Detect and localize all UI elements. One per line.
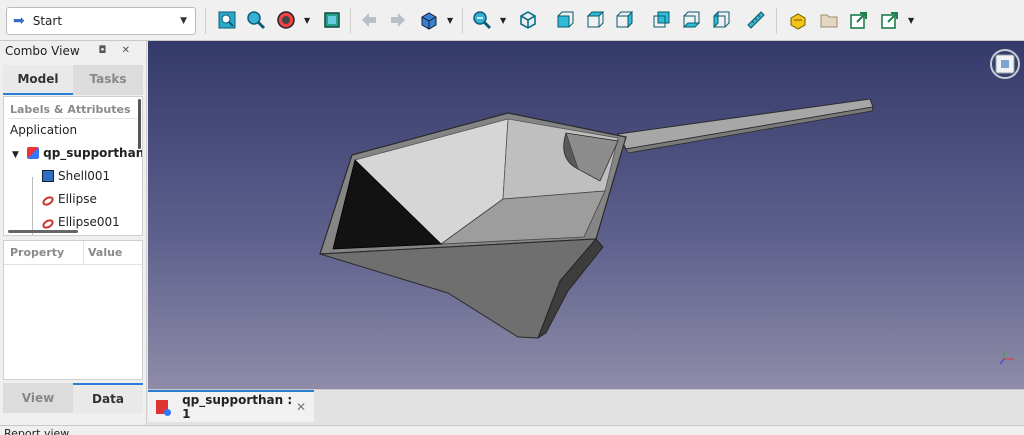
- top-view-icon: [586, 11, 605, 28]
- link-actions-icon: [881, 12, 898, 29]
- freecad-doc-icon: [156, 400, 172, 416]
- nav-back-icon: [362, 13, 376, 27]
- tree-item-document[interactable]: ▼ qp_supporthan: [4, 142, 142, 165]
- nav-forward-button[interactable]: [388, 10, 408, 30]
- measure-icon: [747, 11, 765, 29]
- workbench-arrow-icon: ➡: [13, 13, 25, 29]
- toolbar-separator: [205, 8, 206, 34]
- draw-style-icon: [277, 11, 295, 29]
- combo-view-title: Combo View: [5, 44, 80, 58]
- fit-all-icon: [218, 11, 236, 29]
- workbench-label: Start: [32, 14, 63, 28]
- left-view-button[interactable]: [711, 10, 731, 30]
- ellipse-icon: [40, 194, 56, 208]
- tree-item-label: Ellipse: [58, 192, 97, 206]
- link-actions-button[interactable]: [880, 10, 900, 30]
- property-view[interactable]: Property Value: [3, 240, 143, 380]
- right-view-icon: [616, 10, 633, 29]
- property-header: Property Value: [4, 241, 142, 265]
- panel-window-buttons[interactable]: ◘ ✕: [99, 41, 136, 61]
- 3d-viewport[interactable]: [148, 41, 1024, 389]
- fit-selection-icon: [247, 11, 266, 30]
- tree-item-label: Ellipse001: [58, 215, 120, 229]
- report-view-panel: Report view: [0, 425, 1024, 435]
- toolbar-separator: [776, 8, 777, 34]
- document-tab-bar: qp_supporthan : 1 ✕: [148, 389, 1024, 425]
- isometric-view-button[interactable]: [518, 10, 538, 30]
- close-icon[interactable]: ✕: [296, 400, 306, 414]
- bottom-view-button[interactable]: [681, 10, 701, 30]
- tree-item-application[interactable]: Application: [4, 119, 142, 142]
- link-icon: [850, 12, 867, 29]
- zoom-button[interactable]: [472, 10, 492, 30]
- rear-view-icon: [653, 11, 670, 28]
- shell-icon: [42, 170, 54, 182]
- tree-item-ellipse[interactable]: Ellipse: [4, 188, 142, 211]
- tab-model[interactable]: Model: [3, 65, 73, 95]
- model-tree[interactable]: Labels & Attributes Application ▼ qp_sup…: [3, 96, 143, 236]
- bounding-box-button[interactable]: [322, 10, 342, 30]
- ellipse-icon: [40, 217, 56, 231]
- expand-arrow-icon[interactable]: ▼: [12, 150, 19, 160]
- rear-view-button[interactable]: [651, 10, 671, 30]
- nav-forward-icon: [391, 13, 405, 27]
- model-render: [319, 49, 1020, 365]
- tab-data[interactable]: Data: [73, 383, 143, 413]
- front-view-button[interactable]: [555, 10, 575, 30]
- report-view-title: Report view: [4, 427, 70, 435]
- bounding-box-icon: [324, 12, 340, 28]
- link-actions-dropdown-icon[interactable]: ▼: [908, 16, 914, 25]
- std-views-icon: [421, 12, 437, 30]
- property-tabs: View Data: [3, 383, 143, 413]
- front-view-icon: [557, 11, 574, 28]
- tree-vertical-scrollbar[interactable]: [138, 99, 141, 149]
- tree-horizontal-scrollbar[interactable]: [8, 230, 78, 233]
- std-views-dropdown-icon[interactable]: ▼: [447, 16, 453, 25]
- fit-selection-button[interactable]: [246, 10, 266, 30]
- zoom-icon: [473, 11, 492, 30]
- top-view-button[interactable]: [585, 10, 605, 30]
- part-button[interactable]: [788, 10, 808, 30]
- chevron-down-icon: ▼: [180, 16, 187, 26]
- combo-view-panel: Combo View ◘ ✕ Model Tasks Labels & Attr…: [0, 41, 147, 425]
- group-button[interactable]: [819, 10, 839, 30]
- zoom-dropdown-icon[interactable]: ▼: [500, 16, 506, 25]
- nav-back-button[interactable]: [359, 10, 379, 30]
- navigation-cube-icon: [990, 49, 1020, 79]
- combo-tabs: Model Tasks: [3, 65, 143, 95]
- tree-branch-line: [32, 177, 33, 235]
- isometric-view-icon: [520, 11, 536, 29]
- value-column-header: Value: [88, 246, 123, 259]
- left-view-icon: [713, 10, 730, 29]
- tree-item-document-label: qp_supporthan: [43, 146, 143, 160]
- std-views-button[interactable]: [419, 10, 439, 30]
- main-toolbar: ➡ Start ▼ ▼ ▼ ▼ ▼: [0, 0, 1024, 41]
- part-icon: [790, 13, 806, 30]
- property-column-header: Property: [4, 241, 84, 264]
- measure-button[interactable]: [746, 10, 766, 30]
- document-tab-label: qp_supporthan : 1: [182, 393, 293, 421]
- funnel-outer-face: [319, 238, 598, 339]
- tree-header: Labels & Attributes: [8, 97, 138, 119]
- right-view-button[interactable]: [614, 10, 634, 30]
- group-icon: [820, 14, 838, 28]
- combo-view-title-bar: Combo View ◘ ✕: [0, 41, 146, 61]
- toolbar-separator: [462, 8, 463, 34]
- tab-view[interactable]: View: [3, 383, 73, 413]
- toolbar-separator: [350, 8, 351, 34]
- fit-all-button[interactable]: [217, 10, 237, 30]
- bottom-view-icon: [682, 11, 701, 28]
- axis-cross-icon: [999, 351, 1014, 365]
- document-tab[interactable]: qp_supporthan : 1 ✕: [148, 390, 314, 422]
- workbench-selector[interactable]: ➡ Start ▼: [6, 7, 196, 35]
- draw-style-button[interactable]: [276, 10, 296, 30]
- handle-top-face: [617, 98, 874, 150]
- tree-item-label: Shell001: [58, 169, 111, 183]
- tree-item-shell[interactable]: Shell001: [4, 165, 142, 188]
- link-button[interactable]: [849, 10, 869, 30]
- document-icon: [27, 147, 40, 159]
- tab-tasks[interactable]: Tasks: [73, 65, 143, 95]
- draw-style-dropdown-icon[interactable]: ▼: [304, 16, 310, 25]
